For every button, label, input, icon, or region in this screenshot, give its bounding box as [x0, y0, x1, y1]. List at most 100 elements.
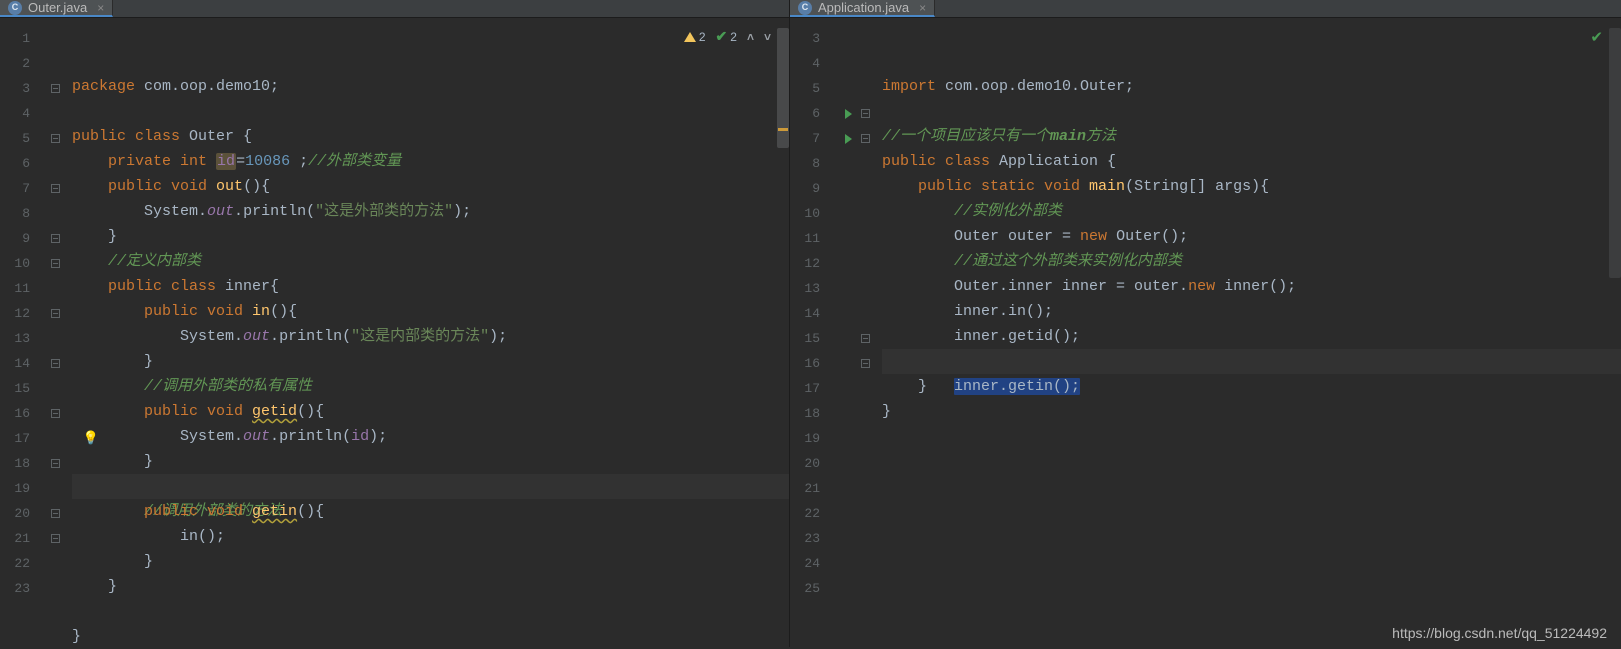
- line-number: 19: [790, 426, 820, 451]
- code-line[interactable]: [882, 449, 1621, 474]
- code-line[interactable]: //通过这个外部类来实例化内部类: [882, 249, 1621, 274]
- fold-minus-icon: [51, 184, 60, 193]
- fold-slot[interactable]: [48, 401, 62, 426]
- fold-slot[interactable]: [48, 301, 62, 326]
- left-scrollbar[interactable]: [777, 24, 789, 647]
- line-number: 22: [790, 501, 820, 526]
- code-line[interactable]: inner.getid();: [882, 324, 1621, 349]
- code-line[interactable]: private int id=10086 ;//外部类变量: [72, 149, 789, 174]
- line-number: 5: [0, 126, 30, 151]
- code-line[interactable]: //实例化外部类: [882, 199, 1621, 224]
- fold-slot[interactable]: [48, 351, 62, 376]
- line-number: 19: [0, 476, 30, 501]
- code-line[interactable]: System.out.println("这是外部类的方法");: [72, 199, 789, 224]
- token: 方法: [1086, 128, 1116, 145]
- code-line[interactable]: in();: [72, 524, 789, 549]
- code-line[interactable]: Outer outer = new Outer();: [882, 224, 1621, 249]
- code-line[interactable]: public class Outer {: [72, 124, 789, 149]
- fold-slot[interactable]: [48, 126, 62, 151]
- run-slot[interactable]: [838, 101, 858, 126]
- tab-outer-java[interactable]: C Outer.java ×: [0, 0, 113, 17]
- token: [882, 203, 954, 220]
- code-line[interactable]: System.out.println("这是内部类的方法");: [72, 324, 789, 349]
- fold-slot[interactable]: [858, 351, 872, 376]
- code-line[interactable]: public void getin(){: [72, 499, 789, 524]
- fold-slot[interactable]: [48, 251, 62, 276]
- right-scrollbar[interactable]: [1609, 24, 1621, 647]
- left-code-area[interactable]: 2 ✔ 2 ˄ ˅ package com.oop.demo10; public …: [62, 18, 789, 649]
- line-number: 6: [0, 151, 30, 176]
- code-line[interactable]: package com.oop.demo10;: [72, 74, 789, 99]
- token: out: [216, 178, 243, 195]
- code-line[interactable]: [882, 549, 1621, 574]
- code-line[interactable]: [882, 599, 1621, 624]
- code-line[interactable]: [882, 424, 1621, 449]
- run-slot: [838, 576, 858, 601]
- code-line[interactable]: }: [72, 624, 789, 649]
- ok-indicator[interactable]: ✔ 2: [716, 28, 737, 45]
- warning-indicator[interactable]: 2: [684, 30, 706, 44]
- code-line[interactable]: }: [72, 449, 789, 474]
- line-number: 21: [790, 476, 820, 501]
- code-line[interactable]: //定义内部类: [72, 249, 789, 274]
- right-code-area[interactable]: ✔ import com.oop.demo10.Outer; //一个项目应该只有…: [872, 18, 1621, 649]
- close-icon[interactable]: ×: [915, 1, 926, 15]
- code-line[interactable]: public void in(){: [72, 299, 789, 324]
- token: ;: [1125, 78, 1134, 95]
- fold-slot[interactable]: [48, 176, 62, 201]
- fold-minus-icon: [861, 359, 870, 368]
- code-line[interactable]: }: [72, 549, 789, 574]
- code-line[interactable]: public void getid(){: [72, 399, 789, 424]
- token: Outer.inner inner = outer.: [882, 278, 1188, 295]
- chevron-up-icon[interactable]: ˄: [747, 30, 754, 44]
- code-line[interactable]: [882, 499, 1621, 524]
- run-slot: [838, 551, 858, 576]
- fold-slot[interactable]: [48, 526, 62, 551]
- code-line[interactable]: System.out.println(id);: [72, 424, 789, 449]
- left-editor[interactable]: 1234567891011121314151617181920212223 2 …: [0, 18, 789, 649]
- tab-application-java[interactable]: C Application.java ×: [790, 0, 935, 17]
- fold-slot: [48, 426, 62, 451]
- fold-slot[interactable]: [48, 76, 62, 101]
- code-line[interactable]: }: [72, 224, 789, 249]
- code-line[interactable]: public void out(){: [72, 174, 789, 199]
- token: public void: [144, 303, 252, 320]
- fold-slot[interactable]: [48, 451, 62, 476]
- right-editor[interactable]: 345678910111213141516171819202122232425 …: [790, 18, 1621, 649]
- code-line[interactable]: }: [72, 349, 789, 374]
- scrollbar-thumb[interactable]: [1609, 28, 1621, 278]
- fold-slot[interactable]: [858, 126, 872, 151]
- fold-slot[interactable]: [858, 326, 872, 351]
- close-icon[interactable]: ×: [93, 1, 104, 15]
- inspection-ok-icon[interactable]: ✔: [1590, 28, 1603, 47]
- inspection-widget[interactable]: 2 ✔ 2 ˄ ˅: [684, 28, 771, 45]
- code-line[interactable]: import com.oop.demo10.Outer;: [882, 74, 1621, 99]
- run-slot[interactable]: [838, 126, 858, 151]
- code-line[interactable]: [72, 99, 789, 124]
- code-line[interactable]: [72, 599, 789, 624]
- code-line[interactable]: inner.getin();: [882, 349, 1621, 374]
- fold-slot: [858, 451, 872, 476]
- code-line[interactable]: }: [72, 574, 789, 599]
- code-line[interactable]: }: [882, 399, 1621, 424]
- code-line[interactable]: public class inner{: [72, 274, 789, 299]
- code-line[interactable]: //调用外部类的私有属性: [72, 374, 789, 399]
- code-line[interactable]: [882, 574, 1621, 599]
- fold-slot: [858, 176, 872, 201]
- code-line[interactable]: Outer.inner inner = outer.new inner();: [882, 274, 1621, 299]
- fold-slot[interactable]: [48, 501, 62, 526]
- code-line[interactable]: public class Application {: [882, 149, 1621, 174]
- token: getid: [252, 403, 297, 420]
- chevron-down-icon[interactable]: ˅: [764, 30, 771, 44]
- fold-slot: [48, 201, 62, 226]
- code-line[interactable]: //调用外部类的方法: [72, 474, 789, 499]
- line-number: 20: [790, 451, 820, 476]
- code-line[interactable]: public static void main(String[] args){: [882, 174, 1621, 199]
- code-line[interactable]: [882, 99, 1621, 124]
- code-line[interactable]: inner.in();: [882, 299, 1621, 324]
- code-line[interactable]: //一个项目应该只有一个main方法: [882, 124, 1621, 149]
- fold-slot[interactable]: [858, 101, 872, 126]
- code-line[interactable]: [882, 474, 1621, 499]
- fold-slot[interactable]: [48, 226, 62, 251]
- code-line[interactable]: [882, 524, 1621, 549]
